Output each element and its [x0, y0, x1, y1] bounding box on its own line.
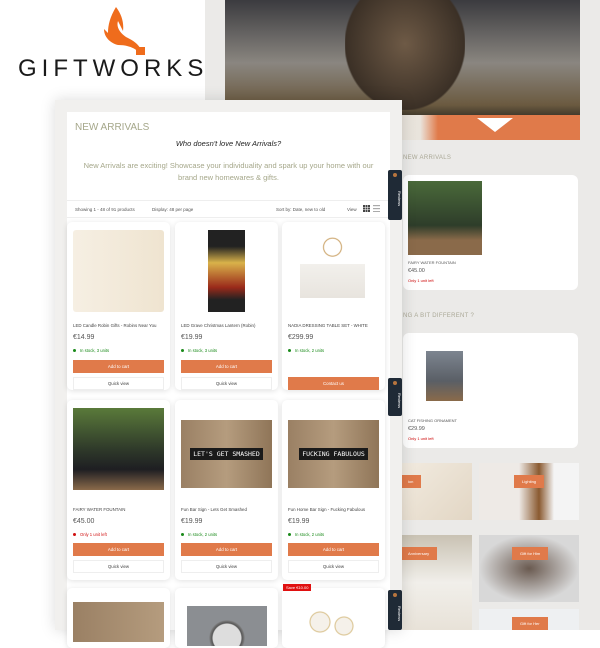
stock-status: Only 1 unit left — [408, 436, 434, 441]
category-label: Anniversary — [400, 547, 438, 560]
product-count: Showing 1 - 48 of 91 products — [75, 207, 135, 212]
collection-toolbar: Showing 1 - 48 of 91 products Display: 4… — [67, 200, 390, 218]
add-to-cart-button[interactable]: Add to cart — [288, 543, 379, 556]
product-card[interactable]: LET'S GET SMASHED Fun Bar Sign - Lets Ge… — [175, 400, 278, 580]
category-tile[interactable]: Anniversary — [400, 535, 472, 630]
product-image[interactable] — [408, 181, 482, 255]
hummingbird-icon — [104, 7, 145, 55]
view-label: View — [347, 207, 357, 212]
sale-badge: Save €10.00 — [283, 584, 312, 591]
category-label: ion — [400, 475, 422, 488]
category-tile[interactable]: ion — [400, 463, 472, 520]
product-card[interactable]: LED Grave Christmas Lantern (Robin) €19.… — [175, 222, 278, 390]
display-select[interactable]: Display: 48 per page — [152, 207, 193, 212]
reviews-tab[interactable]: Reviews — [388, 378, 402, 416]
product-image[interactable] — [73, 602, 164, 642]
stock-status: In stock, 2 units — [181, 532, 217, 537]
product-name[interactable]: LED Grave Christmas Lantern (Robin) — [181, 323, 255, 328]
product-image[interactable] — [302, 602, 362, 642]
category-tile[interactable]: Gift for Her — [479, 609, 579, 630]
list-view-icon[interactable] — [373, 205, 380, 212]
logo-wordmark: GIFTWORKS — [18, 55, 209, 82]
product-image[interactable] — [73, 408, 164, 490]
stock-status: In stock, 2 units — [288, 348, 324, 353]
product-image[interactable] — [73, 230, 164, 312]
product-price: €45.00 — [408, 268, 425, 274]
grid-view-icon[interactable] — [363, 205, 370, 212]
elephant-image — [345, 0, 465, 110]
quick-view-button[interactable]: Quick view — [73, 377, 164, 390]
product-price: €19.99 — [181, 334, 203, 341]
stock-status: Only 1 unit left — [408, 278, 434, 283]
category-tile[interactable]: Lighting — [479, 463, 579, 520]
product-card[interactable]: LED Candle Robin Gifts - Robins Near You… — [67, 222, 170, 390]
product-price: €19.99 — [288, 518, 310, 525]
product-name[interactable]: CAT FISHING ORNAMENT — [408, 418, 457, 423]
product-image[interactable]: LET'S GET SMASHED — [181, 420, 272, 488]
product-card[interactable]: Save €10.00 — [282, 584, 385, 648]
quick-view-button[interactable]: Quick view — [73, 560, 164, 573]
product-card[interactable]: FUCKING FABULOUS Fun Home Bar Sign - Fuc… — [282, 400, 385, 580]
product-price: €14.99 — [73, 334, 95, 341]
sign-text: LET'S GET SMASHED — [190, 448, 263, 460]
product-image[interactable]: FUCKING FABULOUS — [288, 420, 379, 488]
contact-us-button[interactable]: Contact us — [288, 377, 379, 390]
add-to-cart-button[interactable]: Add to cart — [181, 360, 272, 373]
page-description: New Arrivals are exciting! Showcase your… — [83, 161, 374, 182]
reviews-tab[interactable]: Reviews — [388, 170, 402, 220]
product-name[interactable]: Fun Home Bar Sign - Fucking Fabulous — [288, 507, 365, 512]
product-name[interactable]: FAIRY WATER FOUNTAIN — [73, 507, 125, 512]
stock-status: In stock, 3 units — [73, 348, 109, 353]
right-product-card[interactable]: FAIRY WATER FOUNTAIN €45.00 Only 1 unit … — [403, 175, 578, 290]
category-label: Gift for Him — [512, 547, 549, 560]
sign-text: FUCKING FABULOUS — [299, 448, 368, 460]
quick-view-button[interactable]: Quick view — [181, 377, 272, 390]
page-title: NEW ARRIVALS — [75, 122, 150, 133]
product-price: €19.99 — [181, 518, 203, 525]
category-tile[interactable]: Gift for Him — [479, 535, 579, 602]
product-price: €29.99 — [408, 426, 425, 432]
product-name[interactable]: NADIA DRESSING TABLE SET - WHITE — [288, 323, 368, 328]
right-section-title: NEW ARRIVALS — [403, 155, 452, 161]
reviews-tab[interactable]: Reviews — [388, 590, 402, 630]
stock-status: Only 1 unit left — [73, 532, 107, 537]
quick-view-button[interactable]: Quick view — [181, 560, 272, 573]
chevron-down-icon[interactable] — [477, 118, 513, 132]
product-image[interactable] — [187, 606, 267, 646]
category-label: Lighting — [514, 475, 545, 488]
product-name[interactable]: Fun Bar Sign - Lets Get Smashed — [181, 507, 247, 512]
product-price: €299.99 — [288, 334, 314, 341]
sort-select[interactable]: Sort by: Date, new to old — [276, 207, 325, 212]
add-to-cart-button[interactable]: Add to cart — [73, 543, 164, 556]
product-card[interactable] — [175, 588, 278, 648]
product-card[interactable]: NADIA DRESSING TABLE SET - WHITE €299.99… — [282, 222, 385, 390]
giftworks-logo: GIFTWORKS — [18, 5, 203, 82]
product-card[interactable] — [67, 588, 170, 648]
product-name[interactable]: LED Candle Robin Gifts - Robins Near You — [73, 323, 156, 328]
stock-status: In stock, 3 units — [181, 348, 217, 353]
right-section-title: NG A BIT DIFFERENT ? — [403, 313, 475, 319]
product-price: €45.00 — [73, 518, 95, 525]
product-image[interactable] — [208, 230, 245, 312]
product-name[interactable]: FAIRY WATER FOUNTAIN — [408, 260, 456, 265]
category-label: Gift for Her — [512, 617, 548, 630]
right-product-card[interactable]: CAT FISHING ORNAMENT €29.99 Only 1 unit … — [403, 333, 578, 448]
add-to-cart-button[interactable]: Add to cart — [73, 360, 164, 373]
page-question: Who doesn't love New Arrivals? — [175, 139, 282, 148]
stock-status: In stock, 2 units — [288, 532, 324, 537]
add-to-cart-button[interactable]: Add to cart — [181, 543, 272, 556]
quick-view-button[interactable]: Quick view — [288, 560, 379, 573]
product-image[interactable] — [300, 236, 365, 298]
product-card[interactable]: FAIRY WATER FOUNTAIN €45.00 Only 1 unit … — [67, 400, 170, 580]
product-image[interactable] — [426, 351, 463, 401]
